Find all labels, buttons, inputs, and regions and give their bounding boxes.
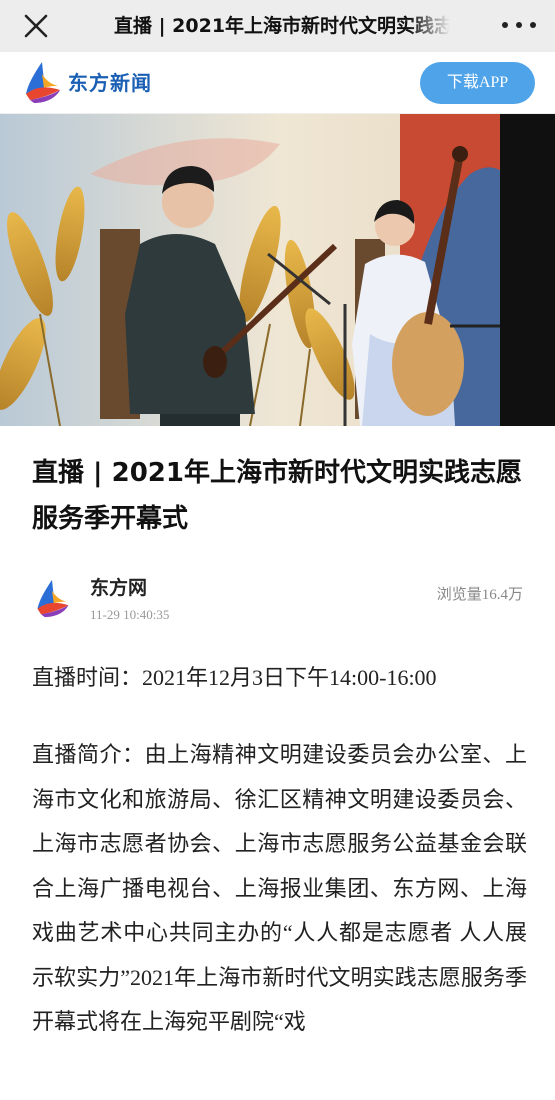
view-count: 浏览量16.4万 <box>436 587 523 603</box>
hero-image <box>0 114 555 426</box>
author-avatar-icon[interactable] <box>32 578 72 618</box>
author-name[interactable]: 东方网 <box>90 575 147 601</box>
publish-time: 11-29 10:40:35 <box>90 607 170 622</box>
download-app-button[interactable]: 下载APP <box>420 62 535 104</box>
article-title: 直播 | 2021年上海市新时代文明实践志愿服务季开幕式 <box>32 458 522 534</box>
brand-name: 东方新闻 <box>68 71 152 95</box>
more-dots-icon[interactable] <box>502 14 536 36</box>
brand-bar: 东方新闻 下载APP <box>0 52 555 114</box>
live-time-paragraph: 直播时间：2021年12月3日下午14:00-16:00 <box>32 665 437 690</box>
top-navbar: 直播 | 2021年上海市新时代文明实践志愿服务季开幕式 <box>0 0 555 52</box>
close-icon[interactable] <box>22 12 50 40</box>
brand-logo-icon <box>20 60 64 104</box>
live-intro-paragraph: 直播简介：由上海精神文明建设委员会办公室、上海市文化和旅游局、徐汇区精神文明建设… <box>32 742 527 1034</box>
nav-title: 直播 | 2021年上海市新时代文明实践志愿服务季开幕式 <box>114 15 450 37</box>
